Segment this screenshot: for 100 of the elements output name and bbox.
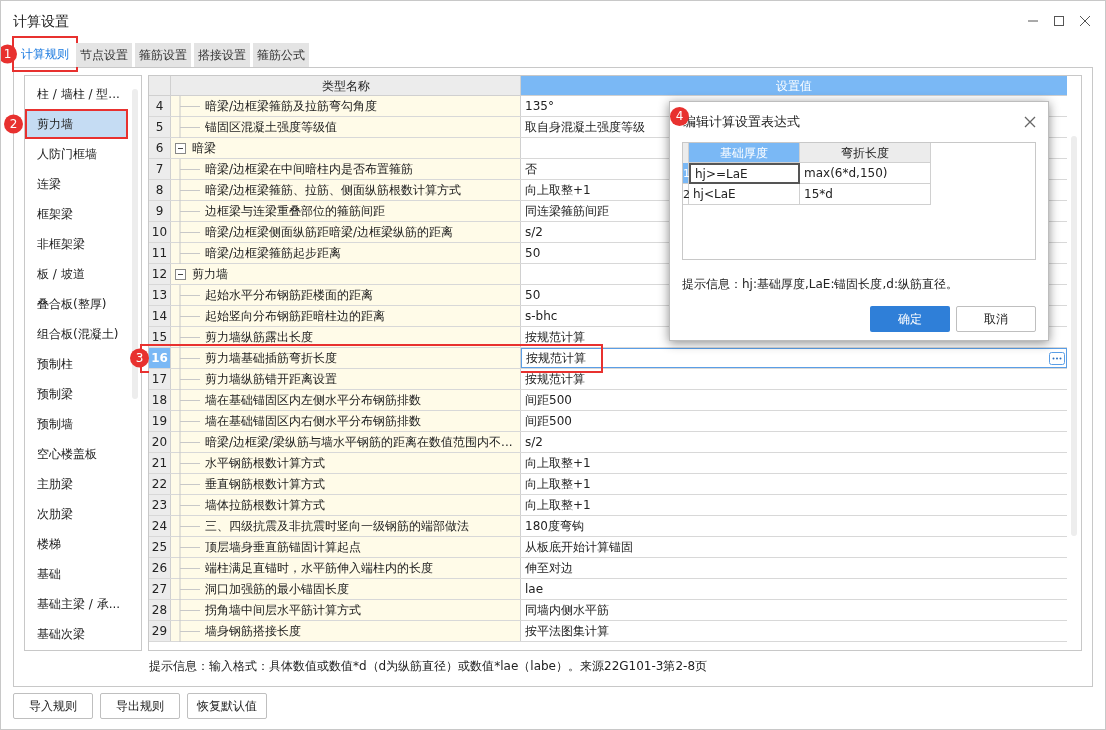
row-number: 18 (149, 390, 171, 410)
row-number: 4 (149, 96, 171, 116)
sidebar-item[interactable]: 框架梁 (25, 199, 128, 229)
row-number: 10 (149, 222, 171, 242)
action-button[interactable]: 恢复默认值 (187, 693, 267, 719)
setting-value[interactable]: 按平法图集计算 (525, 622, 1067, 640)
row-number: 22 (149, 474, 171, 494)
setting-value[interactable]: 按规范计算 (525, 370, 1067, 388)
setting-name: 洞口加强筋的最小锚固长度 (205, 581, 349, 598)
sidebar-item[interactable]: 剪力墙 (25, 109, 128, 139)
tab[interactable]: 节点设置 (76, 43, 132, 67)
column-header: 弯折长度 (800, 143, 931, 163)
expression-cell[interactable]: max(6*d,150) (800, 163, 931, 184)
tab[interactable]: 搭接设置 (194, 43, 250, 67)
row-number: 12 (149, 264, 171, 284)
row-number: 26 (149, 558, 171, 578)
sidebar-item[interactable]: 组合板(混凝土) (25, 319, 128, 349)
sidebar-item[interactable]: 基础主梁 / 承... (25, 589, 128, 619)
dialog-hint: 提示信息：hj:基础厚度,LaE:锚固长度,d:纵筋直径。 (682, 276, 959, 293)
column-header: 基础厚度 (689, 143, 800, 163)
sidebar-item[interactable]: 预制墙 (25, 409, 128, 439)
row-number: 5 (149, 117, 171, 137)
column-header: 类型名称 (171, 76, 521, 95)
scrollbar[interactable] (132, 89, 138, 399)
row-number: 17 (149, 369, 171, 389)
cancel-button[interactable]: 取消 (956, 306, 1036, 332)
row-number: 7 (149, 159, 171, 179)
sidebar-item[interactable]: 板 / 坡道 (25, 259, 128, 289)
row-number: 27 (149, 579, 171, 599)
setting-value[interactable]: lae (525, 580, 1067, 598)
close-icon[interactable] (1079, 15, 1091, 27)
row-number: 8 (149, 180, 171, 200)
row-number: 24 (149, 516, 171, 536)
setting-name: 暗梁/边框梁侧面纵筋距暗梁/边框梁纵筋的距离 (205, 224, 454, 241)
row-number: 19 (149, 411, 171, 431)
setting-value[interactable]: 180度弯钩 (525, 517, 1067, 535)
setting-value[interactable]: s/2 (525, 433, 1067, 451)
step-badge: 3 (130, 348, 149, 368)
sidebar-item[interactable]: 基础 (25, 559, 128, 589)
setting-name: 剪力墙 (192, 266, 228, 283)
setting-name: 端柱满足直锚时，水平筋伸入端柱内的长度 (205, 560, 433, 577)
row-number: 2 (683, 184, 689, 205)
action-button[interactable]: 导入规则 (13, 693, 93, 719)
sidebar-item[interactable]: 人防门框墙 (25, 139, 128, 169)
setting-value[interactable]: 向上取整+1 (525, 454, 1067, 472)
tab[interactable]: 箍筋公式 (253, 43, 309, 67)
row-number: 1 (683, 163, 689, 184)
step-badge: 1 (1, 44, 17, 64)
setting-name: 剪力墙纵筋露出长度 (205, 329, 313, 346)
setting-value[interactable]: 从板底开始计算锚固 (525, 538, 1067, 556)
setting-value[interactable]: 间距500 (525, 391, 1067, 409)
setting-name: 暗梁/边框梁箍筋起步距离 (205, 245, 342, 262)
setting-name: 暗梁/边框梁/梁纵筋与墙水平钢筋的距离在数值范围内不... (205, 434, 513, 451)
row-number: 29 (149, 621, 171, 641)
row-number: 14 (149, 306, 171, 326)
sidebar-item[interactable]: 空心楼盖板 (25, 439, 128, 469)
row-number: 6 (149, 138, 171, 158)
setting-value[interactable]: 间距500 (525, 412, 1067, 430)
setting-name: 起始竖向分布钢筋距暗柱边的距离 (205, 308, 385, 325)
confirm-button[interactable]: 确定 (870, 306, 950, 332)
setting-name: 暗梁 (192, 140, 216, 157)
close-icon[interactable] (1024, 116, 1036, 128)
setting-name: 剪力墙纵筋错开距离设置 (205, 371, 337, 388)
sidebar-item[interactable]: 非框架梁 (25, 229, 128, 259)
window-title: 计算设置 (13, 11, 70, 31)
setting-value[interactable]: 同墙内侧水平筋 (525, 601, 1067, 619)
tab[interactable]: 箍筋设置 (135, 43, 191, 67)
sidebar-item[interactable]: 连梁 (25, 169, 128, 199)
setting-value[interactable]: 向上取整+1 (525, 496, 1067, 514)
sidebar-item[interactable]: 预制梁 (25, 379, 128, 409)
expression-cell[interactable]: hj>=LaE (689, 163, 800, 184)
sidebar-item[interactable]: 次肋梁 (25, 499, 128, 529)
row-number: 9 (149, 201, 171, 221)
more-icon[interactable] (1049, 351, 1065, 365)
setting-name: 墙身钢筋搭接长度 (205, 623, 301, 640)
sidebar-item[interactable]: 主肋梁 (25, 469, 128, 499)
sidebar-item[interactable]: 基础次梁 (25, 619, 128, 649)
action-button[interactable]: 导出规则 (100, 693, 180, 719)
setting-name: 起始水平分布钢筋距楼面的距离 (205, 287, 373, 304)
expression-cell[interactable]: 15*d (800, 184, 931, 205)
setting-name: 墙在基础锚固区内左侧水平分布钢筋排数 (205, 392, 421, 409)
setting-name: 墙在基础锚固区内右侧水平分布钢筋排数 (205, 413, 421, 430)
setting-value[interactable]: 向上取整+1 (525, 475, 1067, 493)
setting-name: 边框梁与连梁重叠部位的箍筋间距 (205, 203, 385, 220)
expression-cell[interactable]: hj<LaE (689, 184, 800, 205)
setting-name: 顶层墙身垂直筋锚固计算起点 (205, 539, 361, 556)
collapse-icon[interactable] (175, 142, 186, 154)
sidebar-item[interactable]: 柱 / 墙柱 / 型... (25, 79, 128, 109)
maximize-icon[interactable] (1053, 15, 1065, 27)
row-number: 28 (149, 600, 171, 620)
sidebar-item[interactable]: 预制柱 (25, 349, 128, 379)
row-number: 23 (149, 495, 171, 515)
setting-name: 暗梁/边框梁箍筋及拉筋弯勾角度 (205, 98, 378, 115)
row-number: 20 (149, 432, 171, 452)
sidebar-item[interactable]: 楼梯 (25, 529, 128, 559)
setting-name: 锚固区混凝土强度等级值 (205, 119, 337, 136)
setting-value[interactable]: 伸至对边 (525, 559, 1067, 577)
collapse-icon[interactable] (175, 268, 186, 280)
sidebar-item[interactable]: 叠合板(整厚) (25, 289, 128, 319)
step-badge: 2 (4, 114, 23, 134)
